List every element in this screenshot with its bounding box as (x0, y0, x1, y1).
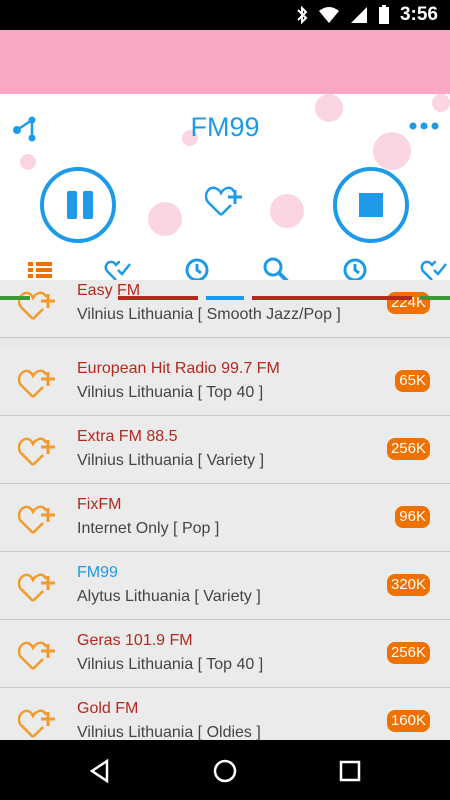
tab-stripe (420, 296, 450, 300)
navigation-bar (0, 740, 450, 800)
bitrate-badge: 160K (386, 710, 430, 732)
station-location-genre: Vilnius Lithuania [ Oldies ] (77, 724, 261, 740)
status-bar: 3:56 (0, 0, 450, 30)
station-location-genre: Vilnius Lithuania [ Smooth Jazz/Pop ] (77, 306, 341, 323)
stop-button[interactable] (333, 167, 409, 243)
station-name: FixFM (77, 496, 122, 513)
tab-stripe (252, 296, 412, 300)
ad-banner (0, 30, 450, 94)
station-row[interactable]: FixFM Internet Only [ Pop ] 96K (0, 484, 450, 552)
station-location-genre: Vilnius Lithuania [ Variety ] (77, 452, 265, 469)
add-favorite-icon[interactable] (18, 502, 58, 536)
flower-decoration (432, 94, 450, 112)
station-row[interactable]: European Hit Radio 99.7 FM Vilnius Lithua… (0, 348, 450, 416)
station-location-genre: Alytus Lithuania [ Variety ] (77, 588, 261, 605)
add-favorite-icon[interactable] (205, 182, 245, 218)
station-row[interactable]: Gold FM Vilnius Lithuania [ Oldies ] 160K (0, 688, 450, 740)
add-favorite-icon[interactable] (18, 366, 58, 400)
home-icon[interactable] (212, 758, 238, 784)
add-favorite-icon[interactable] (18, 288, 58, 322)
station-location-genre: Vilnius Lithuania [ Top 40 ] (77, 656, 264, 673)
pause-button[interactable] (40, 167, 116, 243)
bluetooth-icon (297, 6, 308, 24)
station-name: Extra FM 88.5 (77, 428, 178, 445)
bitrate-badge: 320K (386, 574, 430, 596)
station-row[interactable]: FM99 Alytus Lithuania [ Variety ] 320K (0, 552, 450, 620)
station-row[interactable]: Geras 101.9 FM Vilnius Lithuania [ Top 40… (0, 620, 450, 688)
station-title: FM99 (190, 112, 260, 142)
station-location-genre: Vilnius Lithuania [ Top 40 ] (77, 384, 264, 401)
bitrate-badge: 256K (386, 438, 430, 460)
bitrate-badge: 256K (386, 642, 430, 664)
station-name: Geras 101.9 FM (77, 632, 193, 649)
add-favorite-icon[interactable] (18, 434, 58, 468)
tab-stripe (206, 296, 244, 300)
pause-icon (67, 191, 77, 219)
tab-stripe (0, 296, 30, 300)
flower-decoration (270, 194, 304, 228)
flower-decoration (20, 154, 36, 170)
signal-icon (350, 7, 367, 23)
flower-decoration (148, 202, 182, 236)
wifi-icon (318, 7, 339, 23)
add-favorite-icon[interactable] (18, 706, 58, 740)
station-name: European Hit Radio 99.7 FM (77, 360, 280, 377)
player-panel: FM99 (0, 94, 450, 248)
bitrate-badge: 65K (395, 370, 430, 392)
tab-stripe (118, 296, 198, 300)
bitrate-badge: 96K (395, 506, 430, 528)
station-row[interactable]: Extra FM 88.5 Vilnius Lithuania [ Variety… (0, 416, 450, 484)
station-list[interactable]: Easy FM Vilnius Lithuania [ Smooth Jazz/P… (0, 280, 450, 740)
station-name: FM99 (77, 564, 118, 581)
recents-icon[interactable] (337, 758, 363, 784)
station-row[interactable]: Easy FM Vilnius Lithuania [ Smooth Jazz/P… (0, 280, 450, 338)
station-location-genre: Internet Only [ Pop ] (77, 520, 220, 537)
back-icon[interactable] (87, 758, 113, 784)
more-options-icon[interactable] (408, 116, 440, 136)
clock: 3:56 (399, 4, 438, 25)
battery-icon (378, 5, 389, 24)
stop-icon (359, 193, 383, 217)
add-favorite-icon[interactable] (18, 570, 58, 604)
add-favorite-icon[interactable] (18, 638, 58, 672)
station-name: Gold FM (77, 700, 139, 717)
pause-icon (83, 191, 93, 219)
